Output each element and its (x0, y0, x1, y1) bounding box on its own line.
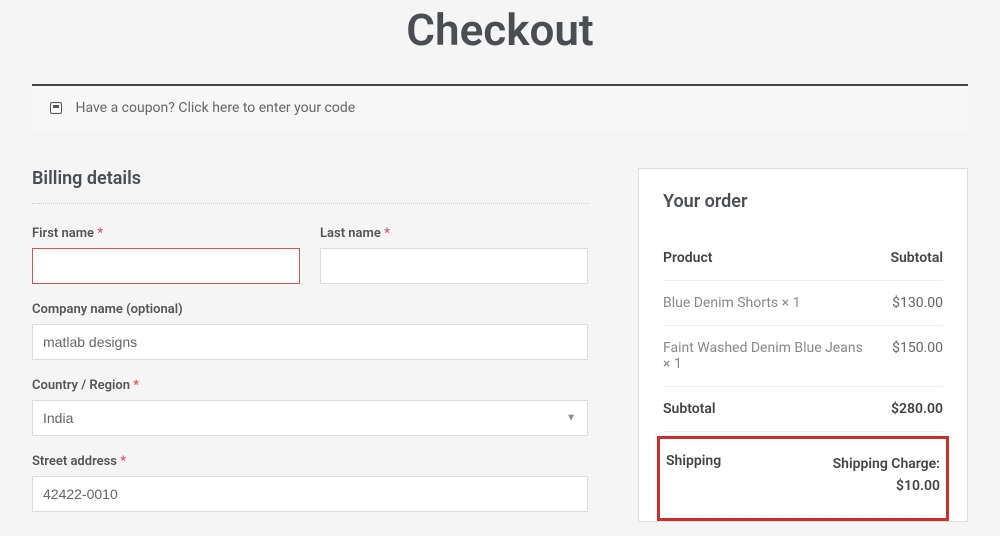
required-asterisk: * (133, 378, 139, 393)
required-asterisk: * (120, 454, 126, 469)
last-name-input[interactable] (320, 248, 588, 284)
subtotal-label: Subtotal (663, 401, 863, 417)
coupon-prompt: Have a coupon? (75, 100, 174, 116)
order-item-name: Faint Washed Denim Blue Jeans (663, 340, 863, 356)
coupon-link[interactable]: Click here to enter your code (178, 100, 355, 116)
order-item-qty: × 1 (663, 356, 682, 372)
country-label: Country / Region * (32, 378, 588, 393)
subtotal-header: Subtotal (863, 250, 943, 266)
order-item-name: Blue Denim Shorts (663, 295, 778, 311)
product-header: Product (663, 250, 863, 266)
order-item: Blue Denim Shorts × 1 $130.00 (663, 281, 943, 326)
required-asterisk: * (97, 226, 103, 241)
first-name-label: First name * (32, 226, 300, 241)
billing-heading: Billing details (32, 168, 588, 204)
order-item-qty: × 1 (782, 295, 801, 311)
order-heading: Your order (663, 191, 943, 226)
required-asterisk: * (384, 226, 390, 241)
company-label: Company name (optional) (32, 302, 588, 317)
order-item-price: $150.00 (863, 340, 943, 372)
coupon-icon (50, 102, 62, 114)
last-name-label: Last name * (320, 226, 588, 241)
company-input[interactable] (32, 324, 588, 360)
subtotal-row: Subtotal $280.00 (663, 387, 943, 432)
order-item: Faint Washed Denim Blue Jeans × 1 $150.0… (663, 326, 943, 387)
subtotal-value: $280.00 (863, 401, 943, 417)
street-input[interactable] (32, 476, 588, 512)
order-item-price: $130.00 (863, 295, 943, 311)
billing-details: Billing details First name * Last name * (32, 168, 588, 530)
first-name-input[interactable] (32, 248, 300, 284)
shipping-row: Shipping Shipping Charge: $10.00 (657, 436, 949, 521)
shipping-label: Shipping (666, 453, 721, 469)
shipping-charge-label: Shipping Charge: (833, 453, 940, 475)
shipping-value: $10.00 (833, 475, 940, 497)
coupon-notice: Have a coupon? Click here to enter your … (32, 84, 968, 130)
order-summary: Your order Product Subtotal Blue Denim S… (638, 168, 968, 522)
order-table-header: Product Subtotal (663, 236, 943, 281)
country-select[interactable] (32, 400, 588, 436)
street-label: Street address * (32, 454, 588, 469)
page-title: Checkout (0, 0, 1000, 84)
